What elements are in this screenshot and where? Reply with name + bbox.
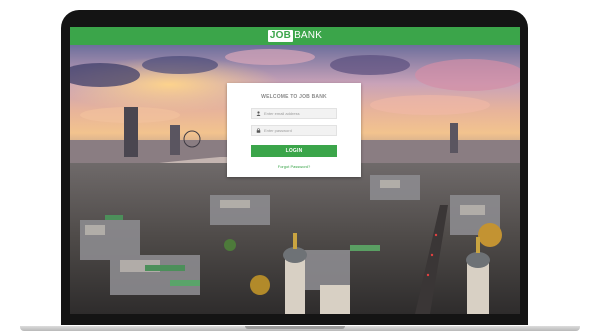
logo-text: BANK [294,30,323,41]
laptop-base-notch [245,326,345,329]
login-title: WELCOME TO JOB BANK [261,94,327,100]
user-icon [252,111,264,116]
job-bank-logo[interactable]: JOB BANK [267,30,323,42]
laptop-screen: JOB BANK WELCOME TO JOB BANK Enter email… [70,27,520,314]
lock-icon [252,128,264,133]
forgot-password-link[interactable]: Forgot Password? [227,164,361,169]
email-input[interactable] [264,111,336,116]
login-button[interactable]: LOGIN [251,145,337,157]
logo-highlight: JOB [267,30,294,42]
password-input[interactable] [264,128,336,133]
app-header: JOB BANK [70,27,520,45]
login-card: WELCOME TO JOB BANK LOGIN Forgot Passwor… [227,83,361,177]
email-field[interactable] [251,108,337,119]
password-field[interactable] [251,125,337,136]
